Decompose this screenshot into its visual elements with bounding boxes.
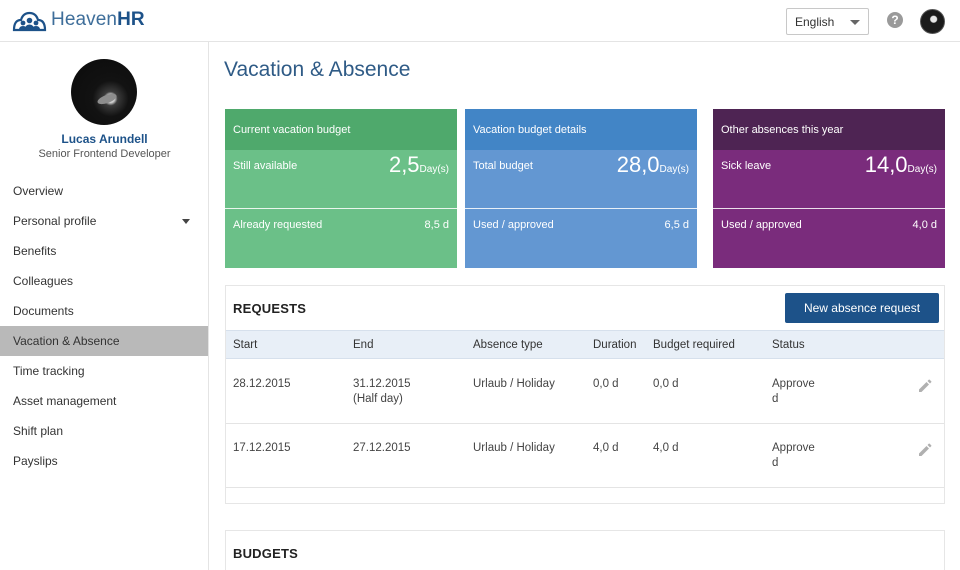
cell-start: 28.12.2015 xyxy=(233,378,291,390)
card-small-value: 8,5 d xyxy=(424,219,449,231)
cell-duration: 0,0 d xyxy=(593,378,619,390)
profile-role: Senior Frontend Developer xyxy=(38,148,171,160)
pencil-icon[interactable] xyxy=(917,378,933,394)
sidebar-item-label: Personal profile xyxy=(13,214,97,228)
card-big-number: 28,0 xyxy=(616,152,660,177)
sidebar-item-shift-plan[interactable]: Shift plan xyxy=(0,416,208,446)
card-title: Current vacation budget xyxy=(225,109,457,150)
new-absence-request-button[interactable]: New absence request xyxy=(785,293,939,323)
user-avatar[interactable] xyxy=(920,9,945,34)
card-unit: Day(s) xyxy=(419,164,449,175)
cell-budget-required: 0,0 d xyxy=(653,378,679,390)
cell-status: Approved xyxy=(772,378,815,405)
logo-text: HeavenHR xyxy=(51,9,145,31)
logo-icon xyxy=(12,11,47,32)
card-label: Used / approved xyxy=(473,219,554,231)
card-row-sick-leave: Sick leave 14,0Day(s) xyxy=(713,150,945,209)
card-label: Total budget xyxy=(473,160,533,172)
vacation-details-card: Vacation budget details Total budget 28,… xyxy=(465,109,697,268)
cell-budget-required: 4,0 d xyxy=(653,442,679,454)
cell-absence-type: Urlaub / Holiday xyxy=(473,378,555,390)
card-row-total: Total budget 28,0Day(s) xyxy=(465,150,697,209)
sidebar-item-personal-profile[interactable]: Personal profile xyxy=(0,206,208,236)
top-bar: HeavenHR English ? xyxy=(0,0,960,42)
sidebar-item-overview[interactable]: Overview xyxy=(0,176,208,206)
table-row[interactable]: 17.12.2015 27.12.2015 Urlaub / Holiday 4… xyxy=(226,424,944,488)
cell-end: 27.12.2015 xyxy=(353,442,411,454)
card-label: Used / approved xyxy=(721,219,802,231)
card-big-value: 2,5Day(s) xyxy=(389,152,449,178)
question-icon-glyph: ? xyxy=(891,13,899,27)
requests-panel: REQUESTS New absence request Start End A… xyxy=(225,285,945,504)
chevron-down-icon xyxy=(850,20,860,25)
card-big-number: 14,0 xyxy=(864,152,908,177)
logo-text-light: Heaven xyxy=(51,9,118,30)
cell-end: 31.12.2015 (Half day) xyxy=(353,377,411,407)
sidebar-item-payslips[interactable]: Payslips xyxy=(0,446,208,476)
sidebar-item-vacation-absence[interactable]: Vacation & Absence xyxy=(0,326,208,356)
vacation-budget-card: Current vacation budget Still available … xyxy=(225,109,457,268)
card-small-value: 6,5 d xyxy=(664,219,689,231)
table-row[interactable]: 28.12.2015 31.12.2015 (Half day) Urlaub /… xyxy=(226,360,944,424)
cell-absence-type: Urlaub / Holiday xyxy=(473,442,555,454)
profile-avatar[interactable] xyxy=(71,59,137,125)
card-label: Already requested xyxy=(233,219,323,231)
column-header-budget-required[interactable]: Budget required xyxy=(653,339,735,351)
cell-end-note: (Half day) xyxy=(353,393,403,405)
card-row-requested: Already requested 8,5 d xyxy=(225,209,457,268)
sidebar-item-colleagues[interactable]: Colleagues xyxy=(0,266,208,296)
card-row-used: Used / approved 4,0 d xyxy=(713,209,945,268)
page-title: Vacation & Absence xyxy=(224,58,411,81)
language-select[interactable]: English xyxy=(786,8,869,35)
language-select-value: English xyxy=(795,15,835,29)
column-header-end[interactable]: End xyxy=(353,339,373,351)
card-label: Sick leave xyxy=(721,160,772,172)
card-title: Other absences this year xyxy=(713,109,945,150)
card-big-value: 14,0Day(s) xyxy=(865,152,937,178)
column-header-duration[interactable]: Duration xyxy=(593,339,636,351)
column-header-start[interactable]: Start xyxy=(233,339,257,351)
card-title: Vacation budget details xyxy=(465,109,697,150)
other-absences-card: Other absences this year Sick leave 14,0… xyxy=(713,109,945,268)
question-icon[interactable]: ? xyxy=(887,12,903,28)
pencil-icon[interactable] xyxy=(917,442,933,458)
requests-title: REQUESTS xyxy=(233,301,307,316)
cell-duration: 4,0 d xyxy=(593,442,619,454)
card-unit: Day(s) xyxy=(659,164,689,175)
profile-name[interactable]: Lucas Arundell xyxy=(0,132,209,146)
card-row-available: Still available 2,5Day(s) xyxy=(225,150,457,209)
card-unit: Day(s) xyxy=(907,164,937,175)
card-big-value: 28,0Day(s) xyxy=(617,152,689,178)
chevron-down-icon[interactable] xyxy=(182,219,190,224)
sidebar-nav: Overview Personal profile Benefits Colle… xyxy=(0,176,208,476)
sidebar-item-asset-management[interactable]: Asset management xyxy=(0,386,208,416)
sidebar-item-time-tracking[interactable]: Time tracking xyxy=(0,356,208,386)
table-header: Start End Absence type Duration Budget r… xyxy=(226,330,944,359)
column-header-status[interactable]: Status xyxy=(772,339,805,351)
cell-start: 17.12.2015 xyxy=(233,442,291,454)
card-row-used: Used / approved 6,5 d xyxy=(465,209,697,268)
budgets-title: BUDGETS xyxy=(233,546,298,561)
card-big-number: 2,5 xyxy=(388,152,420,177)
sidebar: Lucas Arundell Senior Frontend Developer… xyxy=(0,42,209,570)
sidebar-item-benefits[interactable]: Benefits xyxy=(0,236,208,266)
cell-end-date: 31.12.2015 xyxy=(353,378,411,390)
card-label: Still available xyxy=(233,160,298,172)
heavenhr-logo[interactable]: HeavenHR xyxy=(12,8,145,32)
budgets-panel: BUDGETS xyxy=(225,530,945,570)
column-header-absence-type[interactable]: Absence type xyxy=(473,339,543,351)
cell-status: Approved xyxy=(772,442,815,469)
card-small-value: 4,0 d xyxy=(912,219,937,231)
sidebar-item-documents[interactable]: Documents xyxy=(0,296,208,326)
logo-text-bold: HR xyxy=(117,9,145,30)
